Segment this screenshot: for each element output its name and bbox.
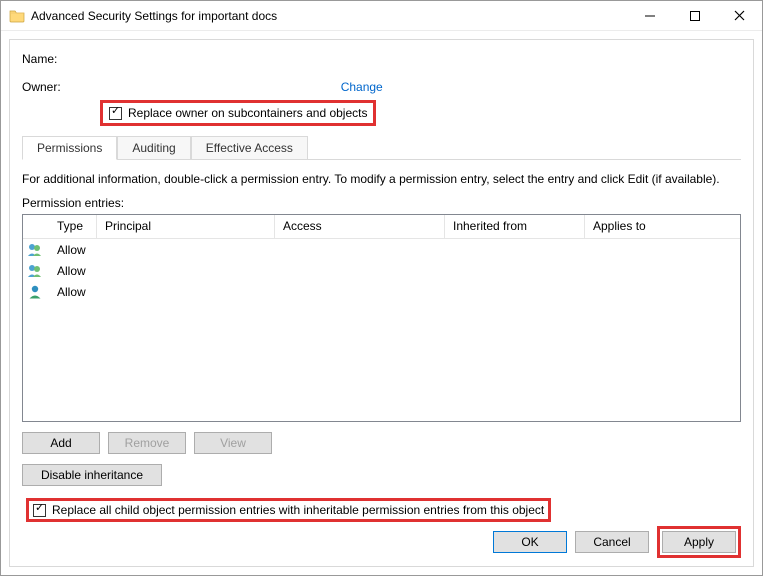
add-button[interactable]: Add xyxy=(22,432,100,454)
remove-button[interactable]: Remove xyxy=(108,432,186,454)
change-owner-link[interactable]: Change xyxy=(341,80,383,94)
folder-icon xyxy=(9,8,25,24)
cell-access xyxy=(275,290,445,294)
table-row[interactable]: Allow xyxy=(23,260,740,281)
cell-type: Allow xyxy=(49,241,97,259)
col-applies[interactable]: Applies to xyxy=(585,215,740,238)
window-controls xyxy=(627,1,762,30)
replace-child-checkbox[interactable] xyxy=(33,504,46,517)
cancel-button[interactable]: Cancel xyxy=(575,531,649,553)
cell-inherited xyxy=(445,290,585,294)
tab-permissions[interactable]: Permissions xyxy=(22,136,117,160)
replace-child-wrap: Replace all child object permission entr… xyxy=(22,496,555,524)
entry-buttons-row: Add Remove View xyxy=(22,432,741,454)
tab-auditing[interactable]: Auditing xyxy=(117,136,190,159)
cell-principal xyxy=(97,269,275,273)
replace-owner-highlight: Replace owner on subcontainers and objec… xyxy=(100,100,376,126)
cell-principal xyxy=(97,290,275,294)
close-button[interactable] xyxy=(717,1,762,30)
list-header: Type Principal Access Inherited from App… xyxy=(23,215,740,239)
dialog-footer-buttons: OK Cancel Apply xyxy=(493,526,741,558)
cell-type: Allow xyxy=(49,283,97,301)
group-icon xyxy=(23,261,49,281)
disable-inheritance-wrap: Disable inheritance xyxy=(22,464,162,486)
cell-access xyxy=(275,248,445,252)
cell-type: Allow xyxy=(49,262,97,280)
permission-entries-list[interactable]: Type Principal Access Inherited from App… xyxy=(22,214,741,422)
replace-child-label: Replace all child object permission entr… xyxy=(52,503,544,517)
titlebar: Advanced Security Settings for important… xyxy=(1,1,762,31)
window-title: Advanced Security Settings for important… xyxy=(31,9,627,23)
permission-entries-label: Permission entries: xyxy=(22,196,741,210)
cell-applies xyxy=(585,248,740,252)
cell-applies xyxy=(585,269,740,273)
cell-inherited xyxy=(445,248,585,252)
col-inherited[interactable]: Inherited from xyxy=(445,215,585,238)
replace-owner-checkbox[interactable] xyxy=(109,107,122,120)
apply-highlight: Apply xyxy=(657,526,741,558)
cell-principal xyxy=(97,248,275,252)
client-area: Name: Owner: Change Replace owner on sub… xyxy=(1,31,762,575)
group-icon xyxy=(23,240,49,260)
cell-access xyxy=(275,269,445,273)
cell-inherited xyxy=(445,269,585,273)
col-access[interactable]: Access xyxy=(275,215,445,238)
table-row[interactable]: Allow xyxy=(23,239,740,260)
main-panel: Name: Owner: Change Replace owner on sub… xyxy=(9,39,754,567)
col-icon[interactable] xyxy=(23,215,49,238)
name-label: Name: xyxy=(22,52,57,66)
ok-button[interactable]: OK xyxy=(493,531,567,553)
tabstrip: Permissions Auditing Effective Access xyxy=(22,136,741,160)
owner-label: Owner: xyxy=(22,80,61,94)
col-type[interactable]: Type xyxy=(49,215,97,238)
minimize-button[interactable] xyxy=(627,1,672,30)
col-principal[interactable]: Principal xyxy=(97,215,275,238)
view-button[interactable]: View xyxy=(194,432,272,454)
apply-button[interactable]: Apply xyxy=(662,531,736,553)
tab-effective-access[interactable]: Effective Access xyxy=(191,136,308,159)
table-row[interactable]: Allow xyxy=(23,281,740,302)
user-icon xyxy=(23,282,49,302)
maximize-button[interactable] xyxy=(672,1,717,30)
list-body: Allow Allow Allow xyxy=(23,239,740,421)
cell-applies xyxy=(585,290,740,294)
replace-owner-label: Replace owner on subcontainers and objec… xyxy=(128,106,367,120)
info-text: For additional information, double-click… xyxy=(22,172,741,186)
disable-inheritance-button[interactable]: Disable inheritance xyxy=(22,464,162,486)
replace-child-highlight: Replace all child object permission entr… xyxy=(26,498,551,522)
